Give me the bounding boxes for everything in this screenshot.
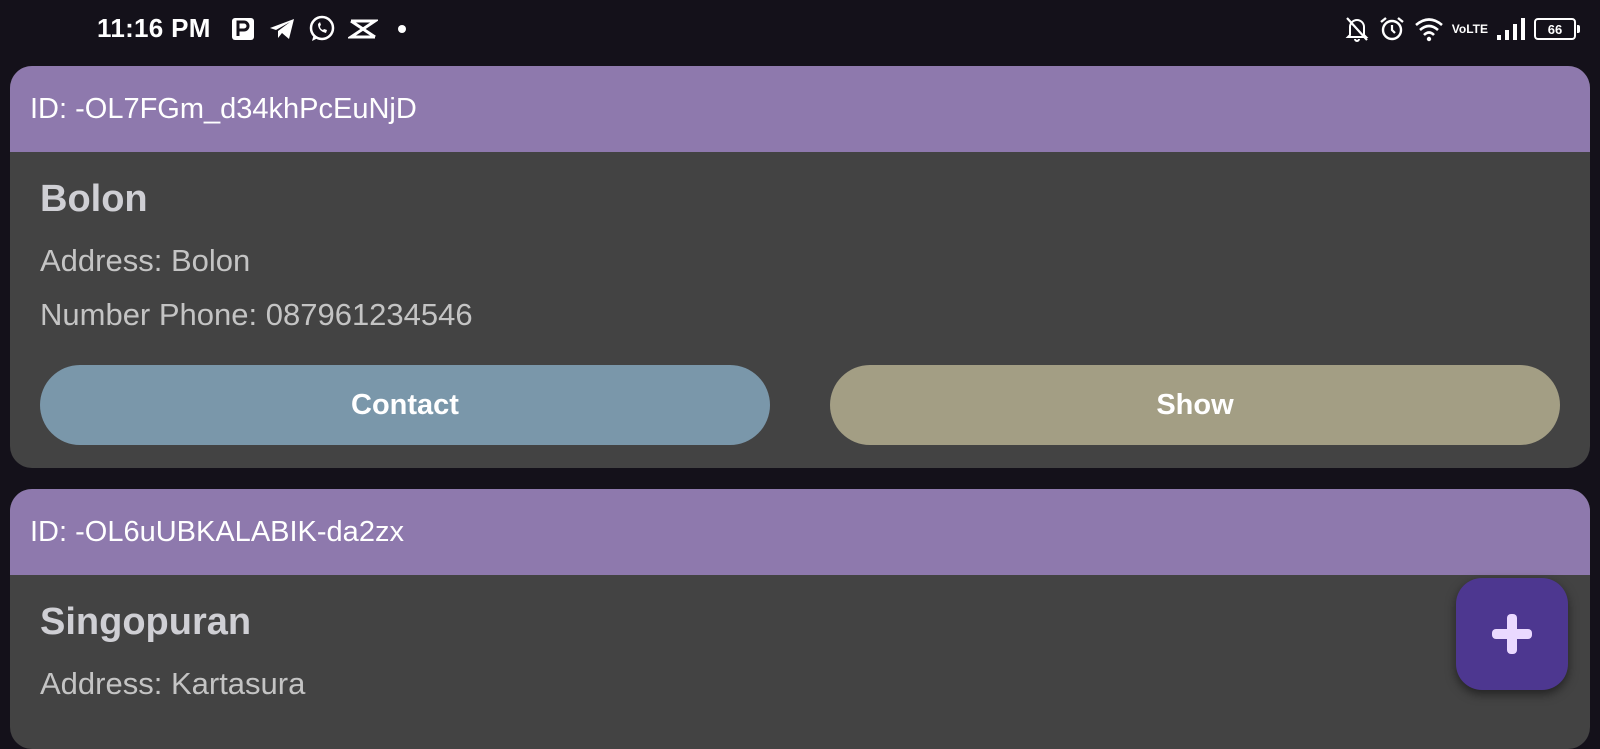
card-body: Singopuran Address: Kartasura [10,575,1590,702]
capcut-icon [348,17,378,41]
telegram-icon [268,16,296,42]
parking-app-icon [230,16,256,42]
contact-card: ID: -OL7FGm_d34khPcEuNjD Bolon Address: … [10,66,1590,468]
volte-top: Vo [1451,21,1467,36]
alarm-icon [1378,15,1406,43]
status-time: 11:16 PM [97,13,211,43]
card-header: ID: -OL6uUBKALABIK-da2zx [10,489,1590,575]
battery-level: 66 [1547,21,1563,37]
battery-icon: 66 [1534,18,1580,40]
contact-button[interactable]: Contact [40,365,770,445]
contact-card: ID: -OL6uUBKALABIK-da2zx Singopuran Addr… [10,489,1590,749]
signal-icon [1496,17,1526,41]
volte-icon: Vo LTE [1451,21,1488,36]
add-button[interactable] [1456,578,1568,690]
card-name: Singopuran [40,601,252,643]
card-address: Address: Kartasura [40,666,306,701]
whatsapp-icon [308,15,336,43]
volte-bottom: LTE [1466,21,1488,36]
system-icons: Vo LTE 66 [1344,12,1580,46]
card-address: Address: Bolon [40,243,251,278]
card-phone: Number Phone: 087961234546 [40,297,473,332]
wifi-icon [1414,16,1444,42]
card-id: ID: -OL7FGm_d34khPcEuNjD [30,92,417,125]
bell-off-icon [1344,15,1370,43]
plus-icon [1492,614,1532,654]
card-name: Bolon [40,178,148,220]
show-button[interactable]: Show [830,365,1560,445]
dot-icon [390,17,414,41]
card-body: Bolon Address: Bolon Number Phone: 08796… [10,152,1590,333]
status-bar: 11:16 PM Vo LTE 66 [0,0,1600,58]
card-actions: Contact Show [40,365,1560,445]
card-id: ID: -OL6uUBKALABIK-da2zx [30,515,404,548]
notification-icons [230,12,414,46]
card-header: ID: -OL7FGm_d34khPcEuNjD [10,66,1590,152]
